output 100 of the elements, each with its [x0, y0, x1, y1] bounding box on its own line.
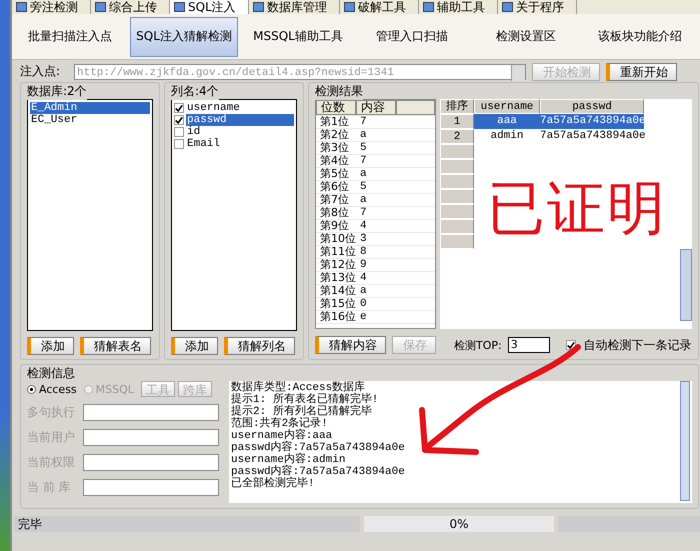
table-cell-text: 第9位 [319, 220, 350, 232]
scrollbar[interactable] [680, 249, 692, 321]
toolbar-tab[interactable]: SQL注入猜解检测 [130, 16, 238, 56]
table-cell-text: 第7位 [319, 194, 350, 206]
toolbar-tab[interactable]: MSSQL辅助工具 [244, 16, 352, 56]
field-label: 多句执行 [27, 404, 76, 421]
status-message: 完毕 [14, 516, 360, 532]
table-cell-text: 第12位 [319, 259, 356, 271]
table-cell-text: 第10位 [319, 233, 356, 245]
radio-label: MSSQL [96, 382, 134, 396]
input-field[interactable] [83, 479, 219, 496]
table-cell-text: 4 [359, 272, 368, 284]
list-item[interactable]: E_Admin [30, 102, 150, 114]
toolbar-tab[interactable]: 检测设置区 [472, 16, 580, 56]
row-header[interactable] [440, 144, 474, 159]
log-line: username内容:admin [231, 454, 346, 466]
checkbox[interactable] [174, 103, 184, 113]
table-cell-text: 5 [359, 181, 368, 193]
row-header[interactable] [440, 234, 474, 249]
toolbar-tab[interactable]: 管理入口扫描 [358, 16, 466, 56]
column-header[interactable]: username [474, 99, 540, 114]
table-cell-text: 3 [359, 233, 368, 245]
checkbox[interactable] [174, 127, 184, 137]
table-row[interactable]: 1 aaa 7a57a5a743894a0e [440, 114, 692, 129]
toolbar-tab[interactable]: 该板块功能介绍 [586, 16, 694, 56]
column-header[interactable]: 内容 [356, 100, 396, 115]
action-button[interactable]: 添加 [171, 337, 218, 355]
column-header[interactable]: 位数 [316, 100, 356, 115]
table-cell-text: 9 [359, 259, 368, 271]
table-cell-text: 0 [359, 298, 368, 310]
radio-button[interactable] [27, 384, 36, 394]
row-header[interactable] [440, 189, 474, 204]
row-header[interactable] [440, 204, 474, 219]
table-cell-text: 第2位 [319, 129, 350, 141]
panel-title: 数据库:2个 [27, 83, 87, 100]
input-field[interactable] [83, 404, 219, 421]
table-cell-text: e [359, 311, 368, 323]
table-cell-text: 8 [359, 246, 368, 258]
log-line: passwd内容:7a57a5a743894a0e [231, 442, 406, 454]
action-button[interactable]: 添加 [27, 337, 74, 355]
table-cell-text: 第5位 [319, 168, 350, 180]
list-item[interactable]: Email [186, 138, 294, 150]
action-button[interactable]: 猜解内容 [315, 336, 386, 354]
table-cell-text: 7 [359, 116, 368, 128]
panel-title: 检测结果 [315, 83, 363, 100]
log-line: passwd内容:7a57a5a743894a0e [231, 466, 406, 478]
table-cell-text: a [359, 129, 368, 141]
list-item[interactable]: passwd [186, 114, 294, 126]
action-button[interactable]: 猜解表名 [80, 337, 151, 355]
table-cell-text: 第14位 [319, 285, 356, 297]
tab-icon [422, 2, 434, 12]
tab-icon [95, 2, 106, 12]
column-header[interactable]: passwd [540, 99, 644, 114]
log-line: 范围:共有2条记录! [231, 418, 329, 430]
tab-icon [344, 2, 355, 12]
list-item[interactable]: username [186, 102, 294, 114]
tab-icon [252, 2, 264, 12]
tab-icon [16, 2, 27, 12]
log-line: 提示1: 所有表名已猜解完毕! [231, 394, 380, 406]
injection-label: 注入点: [20, 63, 62, 80]
action-button[interactable]: 重新开始 [606, 62, 677, 80]
table-cell-text: 4 [359, 220, 368, 232]
table-cell-text: 5 [359, 142, 368, 154]
panel-title: 检测信息 [27, 365, 75, 382]
scrollbar[interactable] [680, 381, 690, 501]
top-label: 检测TOP: [454, 338, 502, 352]
tab-icon [502, 2, 513, 12]
log-line: username内容:aaa [231, 430, 334, 442]
list-item[interactable]: id [186, 126, 294, 138]
list-item[interactable]: EC_User [30, 114, 150, 126]
checkbox[interactable] [174, 115, 184, 125]
top-field[interactable]: 3 [508, 337, 550, 353]
row-header[interactable] [440, 174, 474, 189]
input-field[interactable] [83, 454, 219, 471]
handwritten-annotation: 已证明 [487, 179, 667, 237]
field-label: 当前权限 [27, 454, 76, 471]
table-cell-text: a [359, 285, 368, 297]
radio-label: Access [39, 382, 77, 396]
table-cell-text: 7 [359, 155, 368, 167]
column-header[interactable]: 排序 [440, 99, 474, 114]
field-label: 当 前 库 [27, 479, 72, 496]
table-cell-text: 第15位 [319, 298, 356, 310]
panel-title: 列名:4个 [171, 83, 219, 100]
toolbar-tab[interactable]: 批量扫描注入点 [16, 16, 124, 56]
table-cell-text: 第11位 [319, 246, 356, 258]
table-row[interactable]: 2 admin 7a57a5a743894a0e [440, 129, 692, 144]
table-cell-text: 第16位 [319, 311, 356, 323]
tab[interactable]: SQL注入 [170, 0, 249, 14]
input-field[interactable] [83, 429, 219, 446]
table-cell-text: 第8位 [319, 207, 350, 219]
table-cell-text: a [359, 168, 368, 180]
action-button[interactable]: 猜解列名 [224, 337, 295, 355]
dropdown-button[interactable] [511, 64, 525, 80]
checkbox[interactable] [174, 139, 184, 149]
row-header[interactable] [440, 159, 474, 174]
field-label: 当前用户 [27, 429, 76, 446]
table-cell-text: 第13位 [319, 272, 356, 284]
row-header[interactable] [440, 219, 474, 234]
table-cell-text: 第1位 [319, 116, 350, 128]
table-cell-text: 第4位 [319, 155, 350, 167]
